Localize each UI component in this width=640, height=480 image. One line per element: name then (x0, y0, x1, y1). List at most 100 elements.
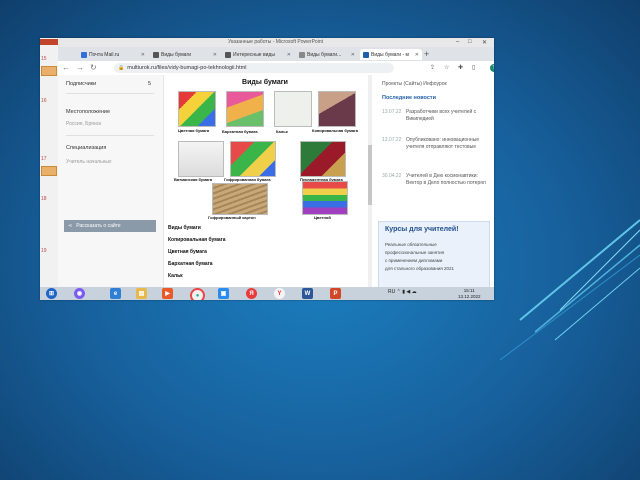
extensions-icon[interactable]: ✚ (458, 64, 463, 71)
slide-number: 18 (41, 196, 47, 202)
slide-number: 16 (41, 98, 47, 104)
tab-label: Почта Mail.ru (89, 51, 120, 58)
scrollbar-thumb[interactable] (368, 145, 372, 205)
image-caption: Копировальная бумага (312, 128, 358, 133)
projects-link[interactable]: Проекты (Сайты) Инфоурок (382, 81, 447, 87)
taskbar-clock[interactable]: 15:11 13.12.2022 (458, 288, 481, 299)
new-tab-button[interactable]: + (424, 49, 429, 59)
address-url: multiurok.ru/files/vidy-bumagi-po-tekhno… (127, 65, 247, 71)
slide-thumbnail[interactable] (41, 166, 57, 176)
list-item: Кальк (168, 273, 183, 279)
specialization-value: Учитель начальных (66, 159, 112, 165)
slide-thumbnail[interactable] (41, 66, 57, 76)
list-item: Бархатная бумага (168, 261, 213, 267)
list-item: Виды бумаги (168, 225, 201, 231)
tab-close-icon[interactable]: ✕ (213, 52, 217, 58)
tab-paper-types-active[interactable]: Виды бумаги - м ✕ (360, 49, 422, 60)
multiurok-favicon-icon (363, 51, 369, 58)
parchment-paper-image[interactable] (300, 141, 346, 177)
browser-toolbar: ← → ↻ 🔒 multiurok.ru/files/vidy-bumagi-p… (58, 61, 494, 76)
news-link[interactable]: Учителей в Дню космонавтики: Вектор в Де… (406, 173, 486, 187)
news-heading: Последние новости (382, 95, 436, 101)
divider (66, 93, 154, 94)
powerpoint-icon[interactable]: P (330, 288, 341, 299)
tracing-paper-image[interactable] (274, 91, 312, 127)
lock-icon: 🔒 (118, 65, 125, 71)
corrugated-cardboard-image[interactable] (212, 183, 268, 215)
tab-label: Виды бумаги - м (371, 51, 409, 58)
news-link[interactable]: Разработчики всех учителей с Википедией (406, 109, 486, 123)
tab-mail[interactable]: Почта Mail.ru ✕ (78, 49, 148, 60)
share-icon: ⋖ (68, 223, 73, 229)
mail-favicon-icon (81, 51, 87, 58)
chrome-icon[interactable]: ● (190, 288, 205, 300)
image-caption: Бархатная бумага (222, 129, 258, 134)
explorer-icon[interactable]: ▤ (136, 288, 147, 299)
promo-line: с применением дипломами (385, 258, 443, 263)
tab-label: Интересные виды (233, 51, 275, 58)
promo-line: Реальные обязательные (385, 242, 437, 247)
window-title: Указанные работы - Microsoft PowerPoint (228, 39, 323, 45)
forward-icon[interactable]: → (76, 63, 84, 72)
tab-paper-types[interactable]: Виды бумаги ✕ (150, 49, 220, 60)
news-link[interactable]: Опубликовано: инновационные учителя отпр… (406, 137, 486, 151)
tab-close-icon[interactable]: ✕ (351, 52, 355, 58)
velvet-paper-image[interactable] (226, 91, 264, 127)
profile-avatar[interactable]: T (490, 64, 494, 72)
system-tray[interactable]: RU ⌃ ▮ ◀ ☁ (388, 289, 417, 295)
whatman-paper-image[interactable] (178, 141, 224, 177)
location-value: Россия, Брянск (66, 121, 102, 127)
back-icon[interactable]: ← (62, 63, 70, 72)
share-page-icon[interactable]: ⇪ (430, 64, 435, 71)
ie-icon[interactable]: e (110, 288, 121, 299)
page-favicon-icon (153, 51, 159, 58)
web-page: Подписчики 5 Местоположение Россия, Брян… (58, 75, 494, 289)
ppt-slide-strip: 15 16 17 18 19 (40, 38, 59, 300)
subscribers-label[interactable]: Подписчики (66, 81, 96, 87)
image-caption: Ватманская бумага (174, 177, 213, 182)
courses-promo[interactable]: Курсы для учителей! Реальные обязательны… (378, 221, 490, 289)
tab-label: Виды бумаги... (307, 51, 342, 58)
page-scrollbar[interactable] (368, 75, 372, 287)
media-icon[interactable]: ▶ (162, 288, 173, 299)
tab-paper-types-2[interactable]: Виды бумаги... ✕ (296, 49, 358, 60)
window-titlebar: Указанные работы - Microsoft PowerPoint … (58, 38, 494, 47)
page-favicon-icon (225, 51, 231, 58)
tab-label: Виды бумаги (161, 51, 192, 58)
alice-icon[interactable]: ◉ (74, 288, 85, 299)
sidebar-icon[interactable]: ▯ (472, 64, 475, 71)
image-caption: Кальк (276, 129, 288, 134)
location-label: Местоположение (66, 109, 111, 115)
tab-close-icon[interactable]: ✕ (415, 52, 419, 58)
start-icon[interactable]: ⊞ (46, 288, 57, 299)
promo-title: Курсы для учителей! (385, 226, 459, 233)
subscribers-count: 5 (148, 81, 152, 87)
zoom-icon[interactable]: ▣ (218, 288, 229, 299)
colored-paper-image[interactable] (178, 91, 216, 127)
bookmark-star-icon[interactable]: ☆ (444, 64, 449, 71)
page-favicon-icon (299, 51, 305, 58)
crepe-paper-image[interactable] (230, 141, 276, 177)
tab-close-icon[interactable]: ✕ (141, 52, 145, 58)
carbon-paper-image[interactable] (318, 91, 356, 127)
address-bar[interactable]: 🔒 multiurok.ru/files/vidy-bumagi-po-tekh… (114, 63, 394, 73)
screenshot-image: 15 16 17 18 19 Указанные работы - Micros… (40, 38, 494, 300)
image-caption: Гофрированная бумага (224, 177, 271, 182)
yandex-browser-icon[interactable]: Y (274, 288, 285, 299)
language-indicator: RU (388, 289, 396, 295)
ppt-tab-marker (40, 39, 58, 45)
share-site-button[interactable]: ⋖ Рассказать о сайте (64, 220, 156, 232)
browser-tabbar: Почта Mail.ru ✕ Виды бумаги ✕ Интересные… (58, 47, 494, 61)
maximize-icon[interactable]: □ (468, 39, 472, 45)
news-sidebar: Проекты (Сайты) Инфоурок Последние новос… (376, 75, 494, 289)
minimize-icon[interactable]: – (456, 39, 459, 45)
colored-cardboard-image[interactable] (302, 181, 348, 215)
promo-line: для стального образования 2021 (385, 266, 455, 271)
divider (66, 135, 154, 136)
tab-close-icon[interactable]: ✕ (287, 52, 291, 58)
tab-interesting[interactable]: Интересные виды ✕ (222, 49, 294, 60)
close-icon[interactable]: ✕ (482, 39, 487, 46)
yandex-icon[interactable]: Я (246, 288, 257, 299)
word-icon[interactable]: W (302, 288, 313, 299)
reload-icon[interactable]: ↻ (90, 63, 97, 72)
